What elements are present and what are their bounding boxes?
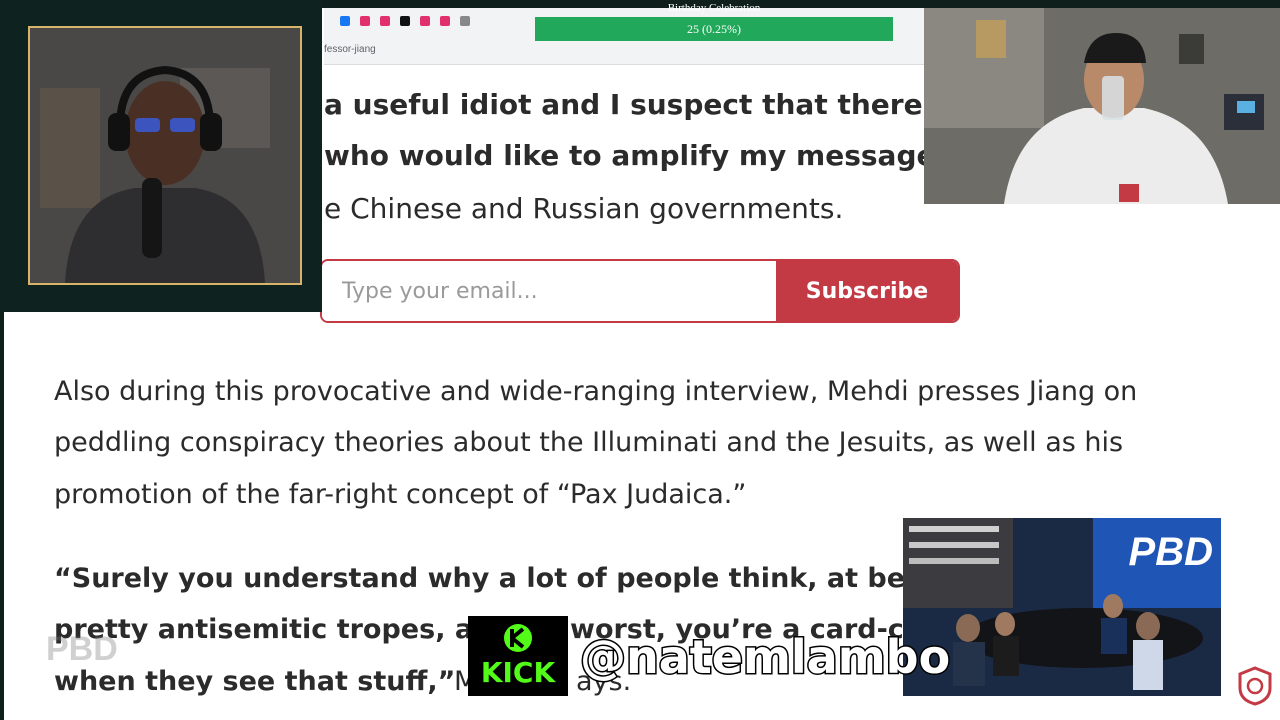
quote2-line-3: when they see that stuff,”: [54, 666, 456, 697]
browser-tab-icon[interactable]: [340, 16, 350, 26]
subscribe-form: Subscribe: [320, 259, 960, 323]
webcam-left-panel: [0, 0, 322, 312]
email-input[interactable]: [322, 261, 776, 321]
kick-logo: KICK: [468, 616, 568, 696]
streamer-figure: [30, 28, 300, 283]
goal-widget: Birthday Celebration 25 (0.25%): [535, 0, 893, 42]
webcam-left: [28, 26, 302, 285]
tab-strip: [340, 16, 470, 26]
goal-progress-text: 25 (0.25%): [687, 22, 741, 36]
paragraph-line-1: Also during this provocative and wide-ra…: [54, 376, 1138, 407]
paragraph-line-3: promotion of the far-right concept of “P…: [54, 479, 747, 510]
url-text[interactable]: fessor-jiang: [324, 44, 376, 55]
pbd-logo: PBD: [1128, 530, 1213, 574]
pbd-podcast-cam: PBD: [903, 518, 1221, 696]
browser-tab-icon[interactable]: [420, 16, 430, 26]
browser-tab-icon[interactable]: [460, 16, 470, 26]
quote-line-1: a useful idiot and I suspect that there …: [324, 88, 966, 121]
quote-line-3: e Chinese and Russian governments.: [324, 192, 844, 225]
webcam-right: [924, 8, 1280, 204]
browser-tab-icon[interactable]: [440, 16, 450, 26]
kick-label: KICK: [480, 656, 556, 689]
lion-shield-icon: [1238, 666, 1272, 711]
quote-line-2: who would like to amplify my message,”: [324, 139, 965, 172]
browser-tab-icon[interactable]: [360, 16, 370, 26]
paragraph-line-2: peddling conspiracy theories about the I…: [54, 427, 1124, 458]
goal-title: Birthday Celebration: [667, 2, 761, 14]
quote2-line-1: “Surely you understand why a lot of peop…: [54, 563, 935, 594]
pbd-watermark: PBD: [46, 630, 118, 668]
subscribe-button[interactable]: Subscribe: [776, 261, 958, 321]
browser-tab-icon[interactable]: [400, 16, 410, 26]
guest-figure: [924, 8, 1280, 204]
streamer-handle: @natemlambo: [578, 629, 951, 686]
browser-tab-icon[interactable]: [380, 16, 390, 26]
